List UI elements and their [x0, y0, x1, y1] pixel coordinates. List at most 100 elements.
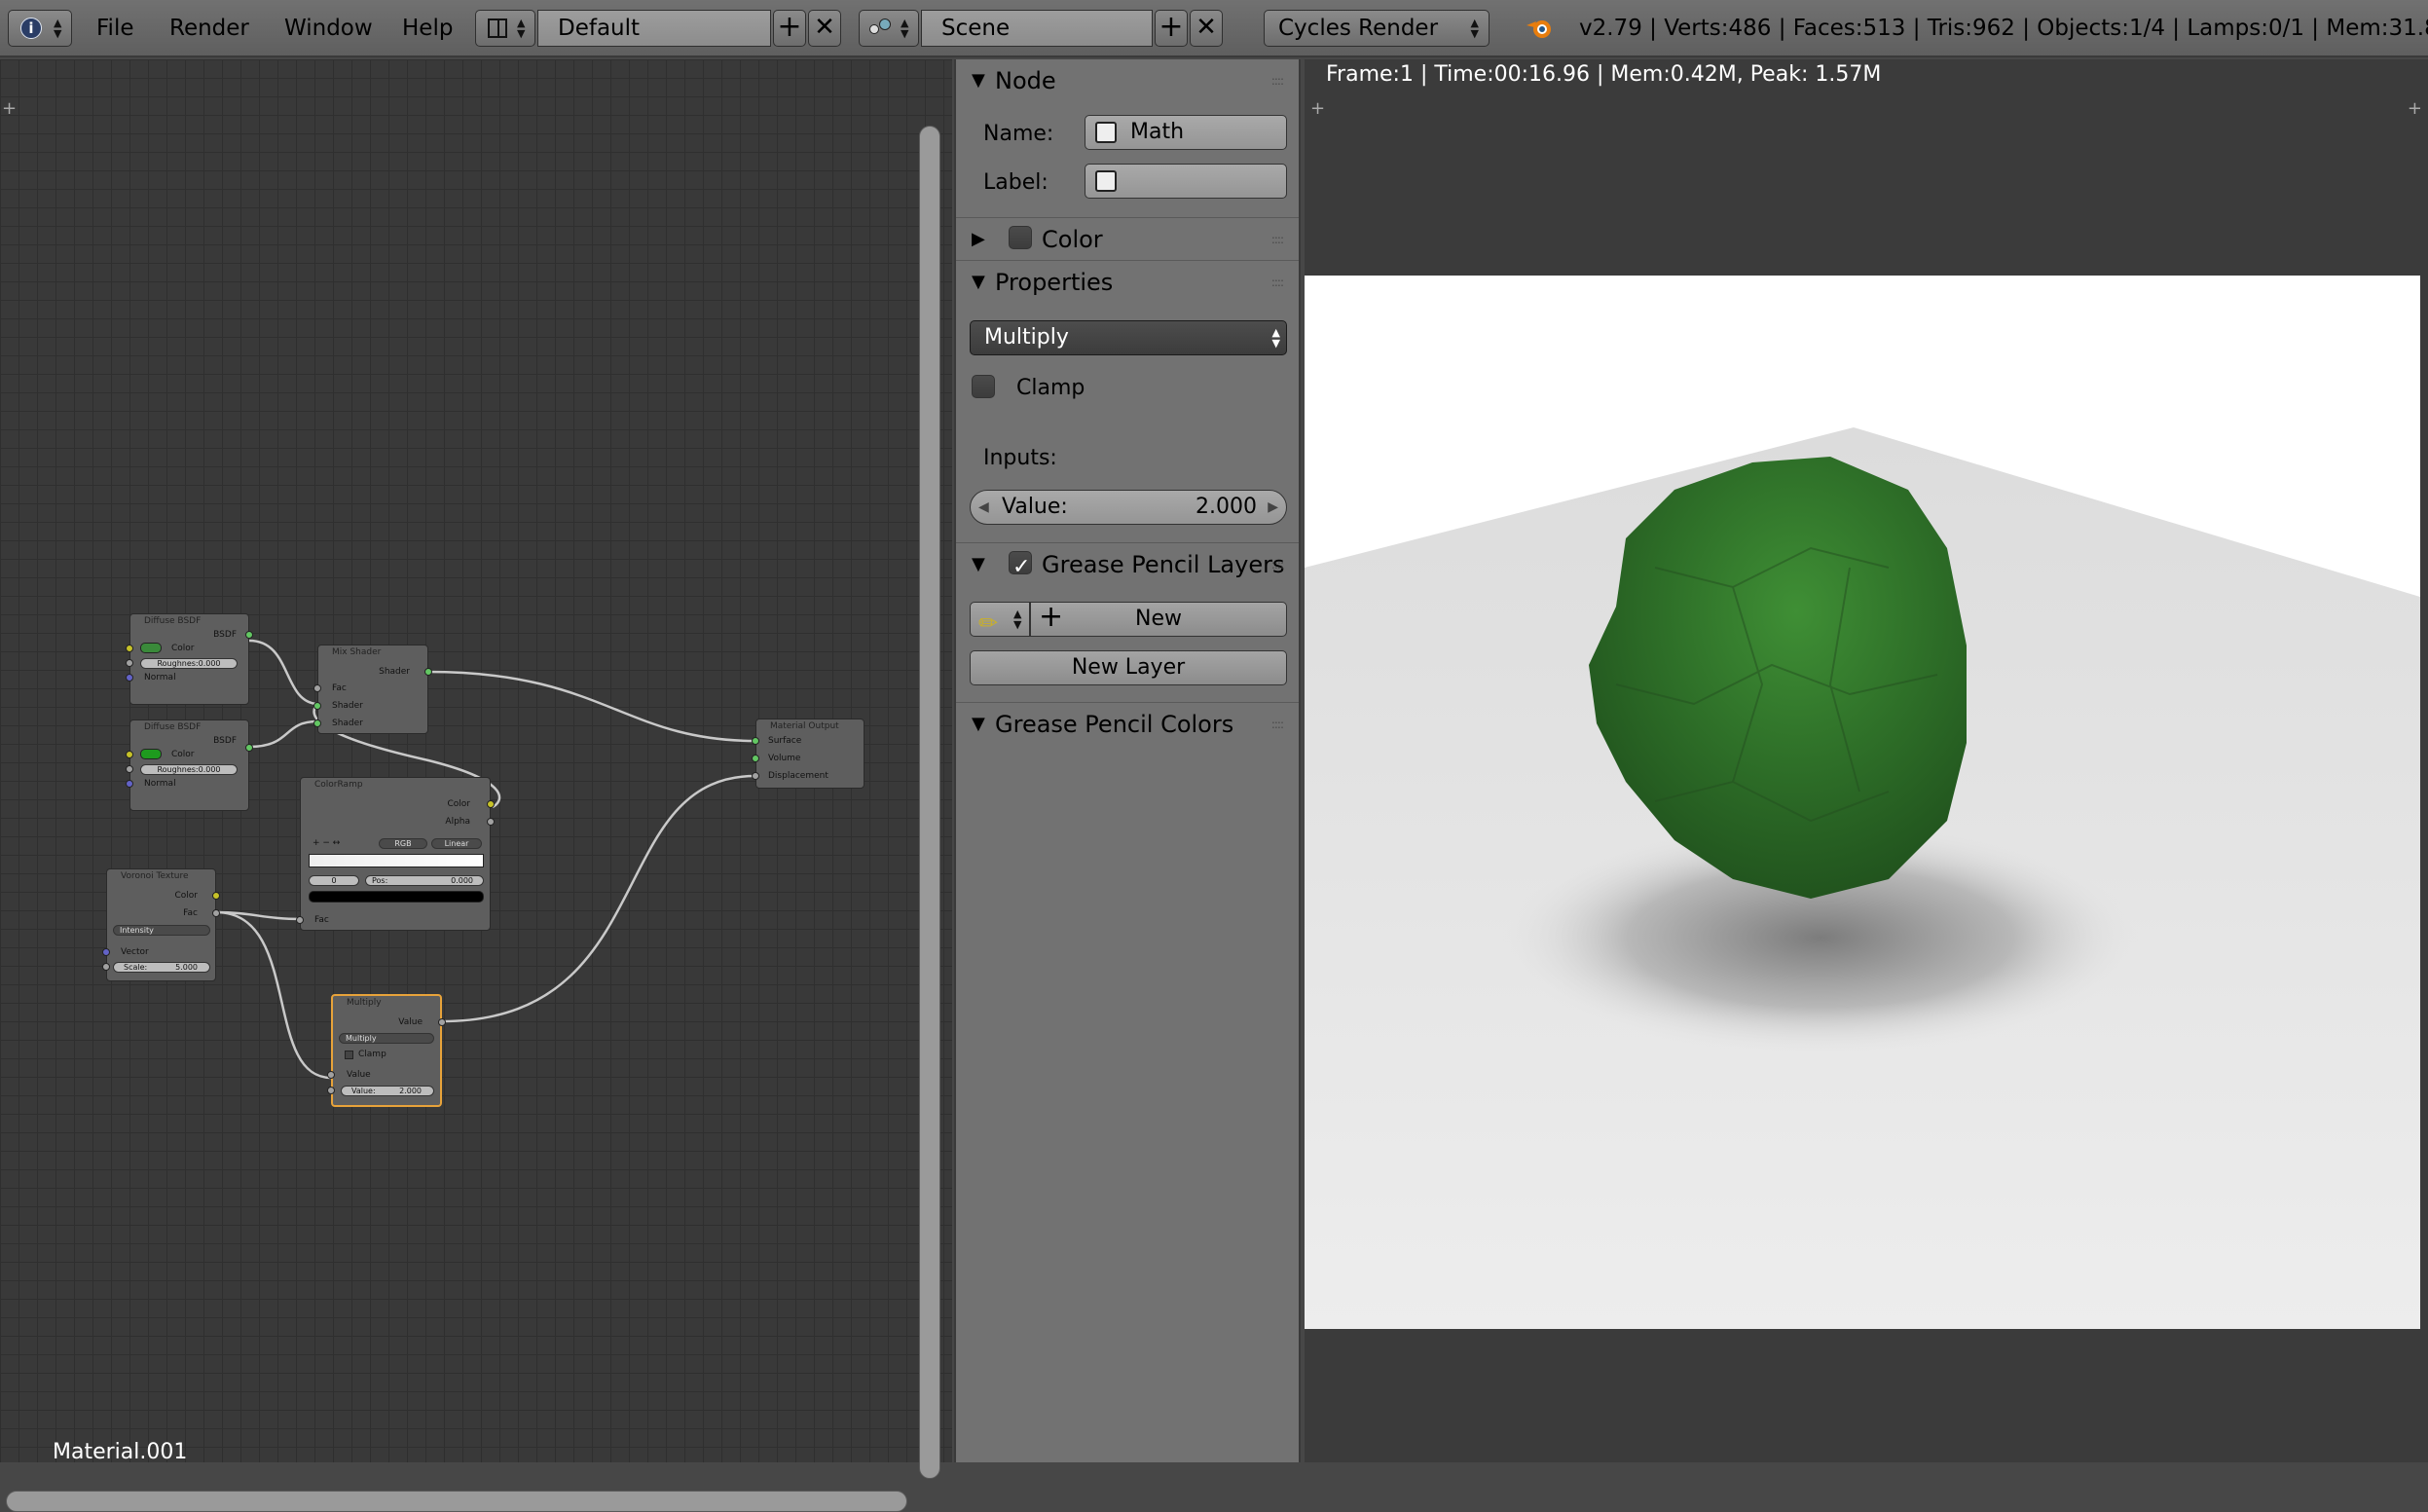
panel-header-properties[interactable]: ▼ Properties ::::: [956, 260, 1299, 303]
image-editor-render-view[interactable]: Frame:1 | Time:00:16.96 | Mem:0.42M, Pea…: [1305, 59, 2428, 1462]
horizontal-scrollbar[interactable]: [6, 1491, 907, 1512]
shader-input-socket-1[interactable]: [313, 702, 321, 710]
scale-input-socket[interactable]: [102, 963, 110, 971]
color-output-socket[interactable]: [487, 800, 495, 808]
color-output-socket[interactable]: [212, 892, 220, 900]
add-scene-button[interactable]: +: [1155, 10, 1188, 47]
node-label-field[interactable]: [1085, 164, 1287, 199]
new-layer-button[interactable]: New Layer: [970, 650, 1287, 685]
render-result-image[interactable]: [1305, 276, 2420, 1329]
drag-handle-icon[interactable]: ::::: [1271, 261, 1284, 304]
add-layout-button[interactable]: +: [773, 10, 806, 47]
value-output-socket[interactable]: [438, 1018, 446, 1026]
top-header-bar: i ▲ ▼ File Render Window Help ▲ ▼ Default …: [0, 0, 2428, 57]
panel-title: Grease Pencil Layers: [1042, 551, 1285, 578]
displacement-input-socket[interactable]: [752, 772, 759, 780]
panel-title: Properties: [995, 269, 1114, 296]
stop-color-swatch[interactable]: [309, 891, 484, 903]
remove-scene-button[interactable]: ✕: [1190, 10, 1223, 47]
menu-window[interactable]: Window: [284, 0, 373, 57]
drag-handle-icon[interactable]: ::::: [1271, 703, 1284, 746]
vertical-scrollbar[interactable]: [919, 126, 940, 1479]
screen-layout-selector[interactable]: ▲ ▼: [475, 10, 535, 47]
remove-layout-button[interactable]: ✕: [808, 10, 841, 47]
value-number-field[interactable]: ◀ Value: 2.000 ▶: [970, 490, 1287, 525]
clamp-checkbox[interactable]: [972, 375, 995, 398]
grease-pencil-selector[interactable]: ✏ ▲ ▼: [970, 602, 1030, 637]
drag-handle-icon[interactable]: ::::: [1271, 218, 1284, 261]
coloring-dropdown[interactable]: Intensity: [113, 925, 210, 936]
scale-field[interactable]: Scale: 5.000: [113, 962, 210, 973]
value-input-socket-1[interactable]: [327, 1071, 335, 1079]
color-checkbox[interactable]: [1009, 226, 1032, 249]
roughness-input-socket[interactable]: [126, 765, 133, 773]
panel-header-grease-pencil-layers[interactable]: ▼ ✓ Grease Pencil Layers ::::: [956, 542, 1299, 585]
menu-file[interactable]: File: [96, 0, 134, 57]
panel-header-grease-pencil-colors[interactable]: ▼ Grease Pencil Colors ::::: [956, 702, 1299, 745]
fac-input-socket[interactable]: [296, 916, 304, 924]
color-mode-dropdown[interactable]: RGB: [379, 838, 427, 849]
stop-position-field[interactable]: Pos: 0.000: [365, 875, 484, 886]
increment-arrow-icon[interactable]: ▶: [1268, 491, 1278, 524]
menu-help[interactable]: Help: [402, 0, 453, 57]
node-editor[interactable]: + Diffuse BSDF BSDF Color Roughnes:0.000…: [0, 59, 952, 1512]
editor-type-button[interactable]: i ▲ ▼: [8, 10, 72, 47]
material-output-node[interactable]: Material Output Surface Volume Displacem…: [752, 719, 865, 789]
shader-input-socket-2[interactable]: [313, 719, 321, 727]
fac-input-socket[interactable]: [313, 684, 321, 692]
fac-output-socket[interactable]: [212, 909, 220, 917]
shader-output-socket[interactable]: [424, 668, 432, 676]
region-expand-icon[interactable]: +: [1310, 98, 1325, 119]
grease-pencil-layers-checkbox[interactable]: ✓: [1009, 551, 1032, 579]
voronoi-texture-node[interactable]: Voronoi Texture Color Fac Intensity Vect…: [102, 868, 220, 981]
value-field[interactable]: Value: 2.000: [341, 1086, 434, 1096]
vector-input-socket[interactable]: [102, 948, 110, 956]
node-name-field[interactable]: Math: [1085, 115, 1287, 150]
color-swatch[interactable]: [140, 643, 162, 653]
color-input-socket[interactable]: [126, 645, 133, 652]
menu-render[interactable]: Render: [169, 0, 249, 57]
normal-input-socket[interactable]: [126, 780, 133, 788]
bsdf-output-label: BSDF: [213, 630, 237, 640]
screen-layout-name-field[interactable]: Default: [537, 10, 771, 47]
ramp-tool-buttons[interactable]: + − ↔: [313, 838, 340, 848]
region-expand-icon[interactable]: +: [2408, 98, 2422, 119]
decrement-arrow-icon[interactable]: ◀: [978, 491, 989, 524]
bsdf-output-label: BSDF: [213, 736, 237, 746]
surface-input-socket[interactable]: [752, 737, 759, 745]
value-input-socket-2[interactable]: [327, 1087, 335, 1094]
color-input-socket[interactable]: [126, 751, 133, 758]
bsdf-output-socket[interactable]: [245, 631, 253, 639]
drag-handle-icon[interactable]: ::::: [1271, 59, 1284, 102]
panel-header-color[interactable]: ▶ Color ::::: [956, 217, 1299, 260]
math-operation-dropdown[interactable]: Multiply ▲ ▼: [970, 320, 1287, 355]
alpha-output-socket[interactable]: [487, 818, 495, 826]
vector-input-label: Vector: [121, 947, 149, 957]
panel-header-node[interactable]: ▼ Node ::::: [956, 59, 1299, 102]
operation-dropdown[interactable]: Multiply: [339, 1033, 434, 1044]
scene-name-field[interactable]: Scene: [921, 10, 1153, 47]
volume-input-socket[interactable]: [752, 755, 759, 762]
color-ramp-gradient[interactable]: [309, 854, 484, 867]
normal-input-socket[interactable]: [126, 674, 133, 682]
color-swatch[interactable]: [140, 749, 162, 759]
updown-arrows-icon: ▲ ▼: [1271, 326, 1280, 350]
clamp-checkbox[interactable]: [345, 1051, 353, 1059]
roughness-input-socket[interactable]: [126, 659, 133, 667]
drag-handle-icon[interactable]: ::::: [1271, 543, 1284, 586]
mix-shader-node[interactable]: Mix Shader Shader Fac Shader Shader: [313, 645, 432, 734]
diffuse-bsdf-node-1[interactable]: Diffuse BSDF BSDF Color Roughnes:0.000 N…: [126, 613, 253, 705]
stop-index-field[interactable]: 0: [309, 875, 359, 886]
bsdf-output-socket[interactable]: [245, 744, 253, 752]
render-engine-dropdown[interactable]: Cycles Render ▲ ▼: [1264, 10, 1490, 47]
close-icon: ✕: [814, 13, 835, 42]
scene-selector[interactable]: ▲ ▼: [859, 10, 919, 47]
interpolation-dropdown[interactable]: Linear: [431, 838, 482, 849]
diffuse-bsdf-node-2[interactable]: Diffuse BSDF BSDF Color Roughnes:0.000 N…: [126, 719, 253, 811]
roughness-field[interactable]: Roughnes:0.000: [140, 764, 238, 775]
node-title: Mix Shader: [332, 647, 382, 657]
math-multiply-node[interactable]: Multiply Value Multiply Clamp Value Valu…: [327, 994, 446, 1107]
roughness-field[interactable]: Roughnes:0.000: [140, 658, 238, 669]
new-grease-pencil-button[interactable]: + New: [1030, 601, 1287, 637]
colorramp-node[interactable]: ColorRamp Color Alpha + − ↔ RGB Linear 0…: [296, 777, 495, 931]
